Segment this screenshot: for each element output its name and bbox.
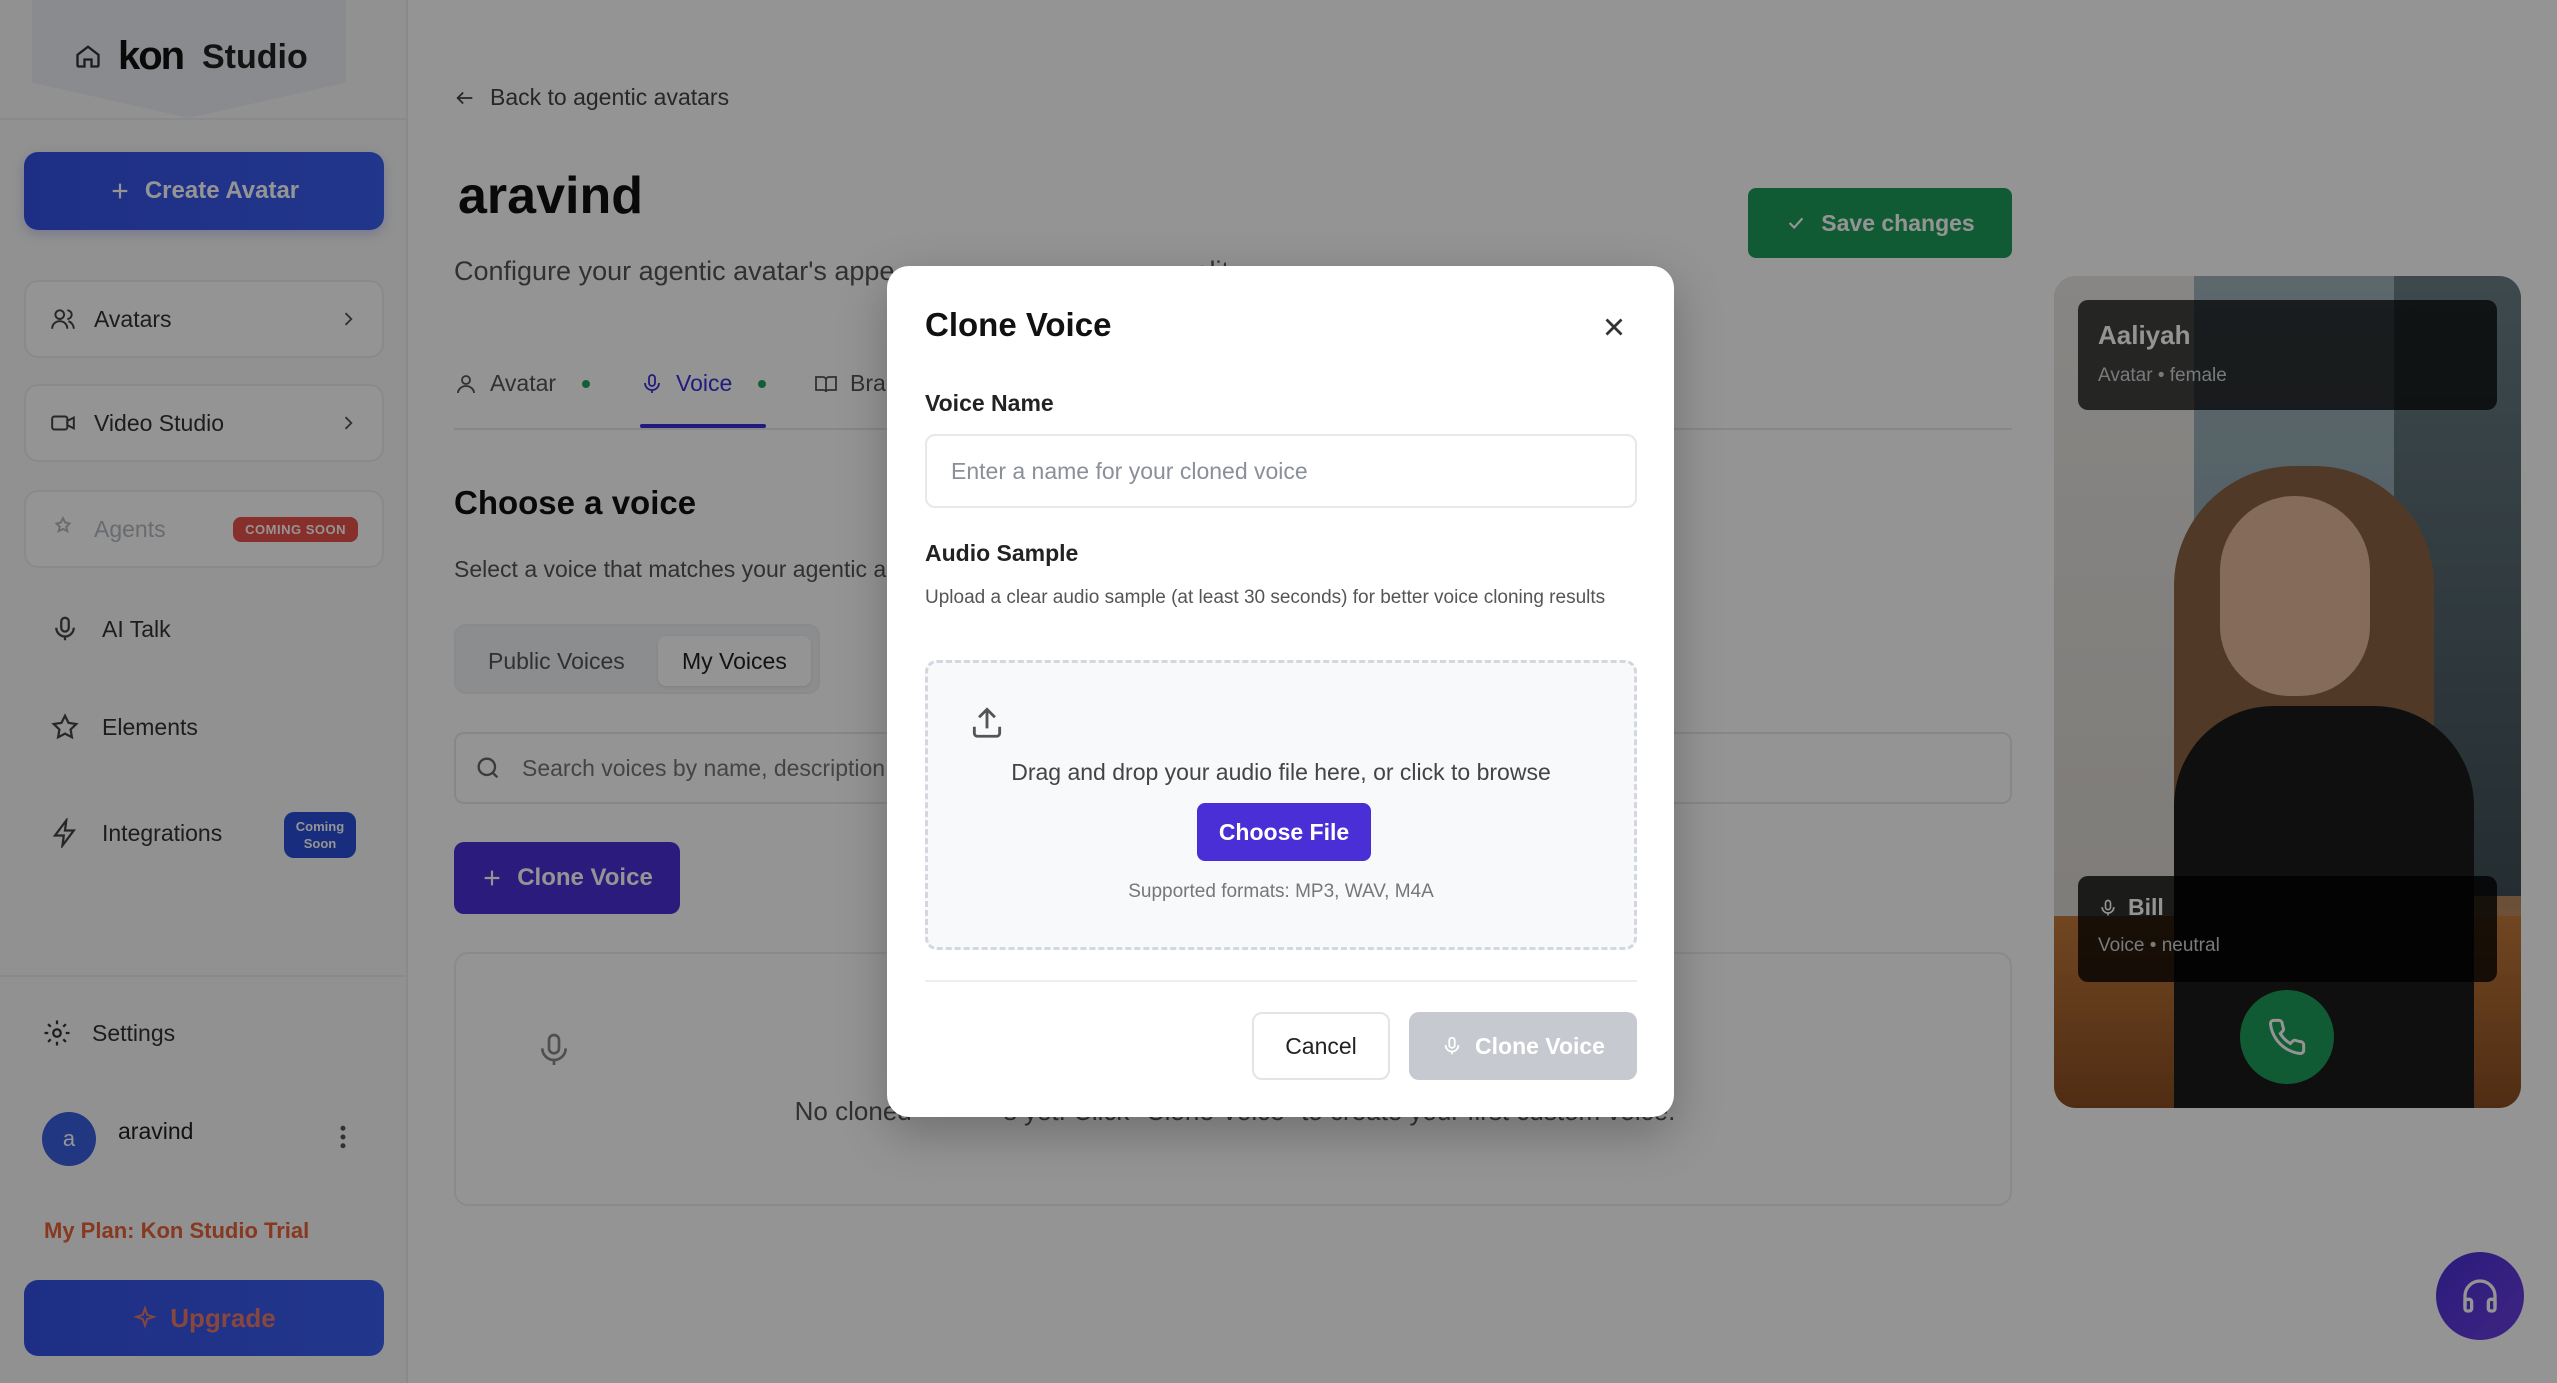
choose-file-button[interactable]: Choose File [1197,803,1371,861]
voice-name-label: Voice Name [925,390,1054,416]
microphone-icon [1441,1035,1463,1057]
cancel-button[interactable]: Cancel [1252,1012,1390,1080]
supported-formats: Supported formats: MP3, WAV, M4A [1128,881,1434,902]
dropzone-text: Drag and drop your audio file here, or c… [1011,759,1551,785]
voice-name-input[interactable] [925,434,1637,508]
audio-dropzone[interactable]: Drag and drop your audio file here, or c… [925,660,1637,950]
audio-sample-label: Audio Sample [925,540,1079,566]
upload-icon [968,703,1006,741]
clone-voice-dialog: Clone Voice Voice Name Audio Sample Uplo… [887,266,1674,1117]
dialog-divider [925,980,1637,982]
submit-label: Clone Voice [1475,1032,1605,1059]
submit-clone-voice-button[interactable]: Clone Voice [1409,1012,1637,1080]
close-icon[interactable] [1599,312,1629,342]
app-root: kon Studio Create Avatar Avatars Video S… [0,0,2557,1383]
dialog-title: Clone Voice [925,306,1112,343]
audio-sample-help: Upload a clear audio sample (at least 30… [925,587,1606,608]
